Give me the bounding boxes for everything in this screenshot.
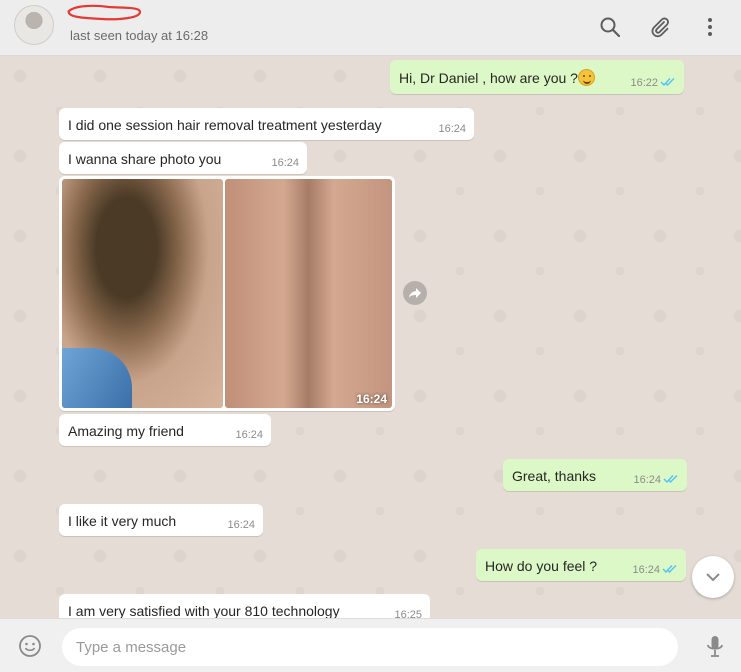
message-text: I wanna share photo you (68, 151, 222, 167)
message-text: I like it very much (68, 513, 177, 529)
scroll-down-button[interactable] (692, 556, 734, 598)
message-incoming[interactable]: I did one session hair removal treatment… (59, 108, 474, 140)
message-outgoing[interactable]: How do you feel ? 16:24 (476, 549, 686, 581)
message-incoming[interactable]: Amazing my friend 16:24 (59, 414, 271, 446)
message-time: 16:24 (632, 564, 660, 576)
message-text: Great, thanks (512, 468, 597, 484)
microphone-icon[interactable] (703, 634, 727, 660)
message-time: 16:24 (633, 474, 661, 486)
menu-icon[interactable] (697, 14, 723, 40)
contact-name-scribble (67, 4, 142, 21)
search-icon[interactable] (597, 14, 623, 40)
message-time: 16:24 (235, 429, 263, 441)
emoji-icon[interactable] (18, 634, 42, 658)
message-time: 16:22 (630, 77, 658, 89)
contact-avatar[interactable] (14, 5, 54, 45)
composer (0, 618, 741, 672)
chevron-down-icon (706, 573, 720, 582)
photo-before[interactable] (62, 179, 223, 408)
message-outgoing[interactable]: Hi, Dr Daniel , how are you ? 16:22 (390, 60, 684, 94)
read-ticks-icon (662, 565, 677, 574)
message-text: Amazing my friend (68, 423, 184, 439)
photo-after[interactable] (225, 179, 392, 408)
message-text: How do you feel ? (485, 558, 598, 574)
message-time: 16:24 (227, 519, 255, 531)
read-ticks-icon (663, 475, 678, 484)
message-text: I did one session hair removal treatment… (68, 117, 382, 133)
chat-header: last seen today at 16:28 (0, 0, 741, 56)
photo-message[interactable]: 16:24 (59, 176, 395, 411)
message-incoming[interactable]: I like it very much 16:24 (59, 504, 263, 536)
message-text: I am very satisfied with your 810 techno… (68, 603, 340, 618)
message-time: 16:25 (394, 609, 422, 618)
message-input[interactable] (62, 628, 678, 666)
attach-icon[interactable] (647, 14, 673, 40)
forward-icon[interactable] (403, 281, 427, 305)
message-time: 16:24 (438, 123, 466, 135)
smiley-emoji-icon (577, 69, 595, 86)
message-incoming[interactable]: I wanna share photo you 16:24 (59, 142, 307, 174)
read-ticks-icon (660, 78, 675, 87)
message-outgoing[interactable]: Great, thanks 16:24 (503, 459, 687, 491)
message-time: 16:24 (356, 392, 387, 406)
last-seen-status: last seen today at 16:28 (70, 28, 209, 43)
message-time: 16:24 (271, 157, 299, 169)
message-text: Hi, Dr Daniel , how are you ? (399, 70, 578, 86)
message-list[interactable]: Hi, Dr Daniel , how are you ? 16:22 I di… (0, 56, 741, 618)
message-incoming[interactable]: I am very satisfied with your 810 techno… (59, 594, 430, 618)
